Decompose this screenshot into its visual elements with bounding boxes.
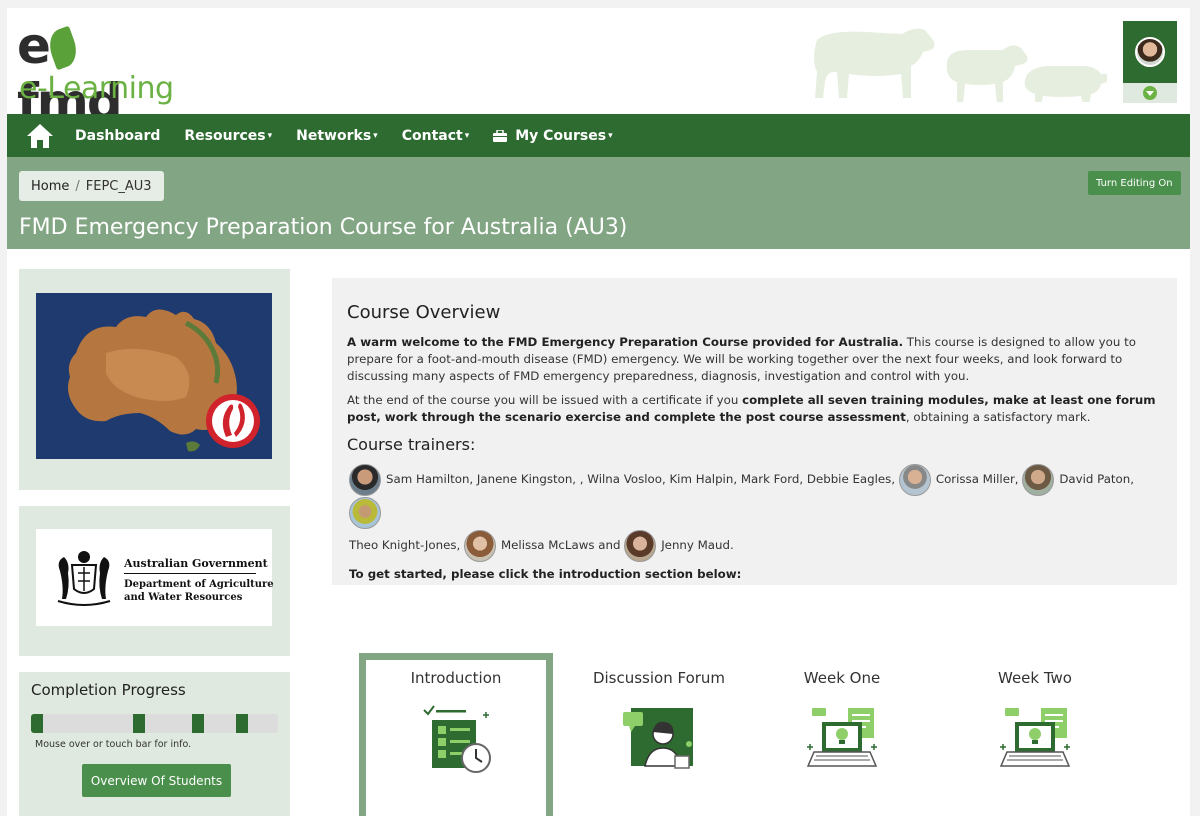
nav-contact[interactable]: Contact ▾ [402, 128, 470, 144]
overview-of-students-button[interactable]: Overview Of Students [82, 764, 231, 797]
nav-resources-label: Resources [184, 127, 266, 144]
trainer-name: David Paton, [1059, 472, 1135, 486]
course-overview-title: Course Overview [347, 302, 501, 323]
progress-segment[interactable] [192, 714, 204, 733]
cow-icon [814, 28, 935, 99]
logo-letter-e: e [17, 17, 51, 75]
nav-networks-label: Networks [296, 127, 372, 144]
sheep-icon [946, 45, 1028, 102]
livestock-silhouettes [814, 28, 1107, 102]
checklist-clock-icon [423, 705, 491, 773]
completion-progress-bar[interactable] [31, 714, 278, 733]
certificate-text-start: At the end of the course you will be iss… [347, 393, 743, 407]
page: efmd e-Learning Dashboard Resources ▾ Ne… [7, 8, 1190, 816]
caret-down-icon: ▾ [267, 130, 273, 141]
home-icon[interactable] [25, 121, 55, 151]
overview-paragraph-2: At the end of the course you will be iss… [347, 392, 1162, 426]
trainer-name: Theo Knight-Jones, [349, 538, 461, 552]
course-overview-section: Course Overview A warm welcome to the FM… [332, 278, 1177, 585]
section-tile-label: Introduction [410, 669, 502, 687]
trainer-avatar [463, 529, 496, 562]
trainer-name: Corissa Miller, [935, 472, 1019, 486]
breadcrumb-home[interactable]: Home [31, 179, 69, 194]
nav-contact-label: Contact [401, 127, 463, 144]
section-tile-label: Week One [803, 669, 881, 687]
chevron-down-icon [1143, 86, 1157, 100]
trainer-avatar [898, 463, 931, 496]
overview-paragraph-1: A warm welcome to the FMD Emergency Prep… [347, 334, 1162, 385]
section-tile-introduction[interactable]: Introduction [359, 653, 553, 816]
laptop-lightbulb-icon [999, 708, 1071, 767]
breadcrumb-separator: / [75, 178, 80, 194]
section-tile-week-one[interactable]: Week One [752, 653, 932, 816]
section-tile-discussion-forum[interactable]: Discussion Forum [559, 653, 759, 816]
completion-progress-title: Completion Progress [31, 681, 186, 699]
main-navigation: Dashboard Resources ▾ Networks ▾ Contact ▾ … [7, 114, 1190, 157]
nav-resources[interactable]: Resources ▾ [184, 128, 272, 144]
nav-my-courses-label: My Courses [515, 127, 607, 144]
completion-progress-block: Completion Progress Mouse over or touch … [19, 672, 290, 816]
department-line-1: Department of Agriculture [124, 579, 274, 590]
government-title: Australian Government [124, 557, 268, 574]
breadcrumb: Home / FEPC_AU3 [19, 171, 164, 201]
page-title: FMD Emergency Preparation Course for Aus… [19, 215, 628, 240]
nav-dashboard[interactable]: Dashboard [75, 128, 160, 144]
logo-subtitle: e-Learning [19, 71, 174, 106]
pig-icon [1024, 66, 1107, 102]
progress-segment[interactable] [236, 714, 248, 733]
user-menu[interactable] [1123, 21, 1177, 103]
caret-down-icon: ▾ [464, 130, 470, 141]
overview-welcome-bold: A warm welcome to the FMD Emergency Prep… [347, 335, 904, 349]
user-menu-toggle[interactable] [1123, 83, 1177, 103]
site-header: efmd e-Learning [7, 8, 1190, 130]
course-trainers-title: Course trainers: [347, 435, 476, 454]
course-image-block [19, 269, 290, 490]
user-avatar[interactable] [1135, 37, 1165, 67]
eufmd-logo[interactable]: efmd e-Learning [17, 17, 177, 130]
progress-segment[interactable] [31, 714, 43, 733]
course-header-band: Home / FEPC_AU3 Turn Editing On FMD Emer… [7, 157, 1190, 249]
nav-my-courses[interactable]: My Courses ▾ [493, 127, 613, 144]
section-tile-label: Discussion Forum [592, 669, 726, 687]
coat-of-arms-icon [57, 551, 111, 606]
trainer-avatar [349, 463, 381, 496]
caret-down-icon: ▾ [608, 130, 613, 141]
sponsor-block: Australian Government Department of Agri… [19, 506, 290, 656]
breadcrumb-current[interactable]: FEPC_AU3 [86, 179, 152, 194]
trainer-avatar [349, 496, 381, 529]
trainer-names: Sam Hamilton, Janene Kingston, , Wilna V… [386, 472, 896, 486]
section-tile-label: Week Two [998, 669, 1072, 687]
nav-networks[interactable]: Networks ▾ [296, 128, 378, 144]
trainer-name: Melissa McLaws and [500, 538, 621, 552]
certificate-text-end: , obtaining a satisfactory mark. [905, 410, 1091, 424]
leaf-icon [44, 25, 82, 71]
progress-segment[interactable] [133, 714, 145, 733]
get-started-text: To get started, please click the introdu… [349, 567, 742, 581]
turn-editing-on-button[interactable]: Turn Editing On [1088, 171, 1181, 195]
discussion-forum-icon [623, 708, 693, 769]
trainer-name: Jenny Maud. [661, 538, 734, 552]
progress-hint: Mouse over or touch bar for info. [35, 739, 192, 750]
australia-map-image [36, 293, 272, 459]
caret-down-icon: ▾ [373, 130, 378, 141]
section-tile-week-two[interactable]: Week Two [945, 653, 1125, 816]
government-text: Australian Government Department of Agri… [124, 557, 274, 604]
department-line-2: and Water Resources [124, 592, 243, 603]
nav-dashboard-label: Dashboard [75, 127, 161, 144]
trainer-avatar [624, 529, 657, 562]
australian-government-logo: Australian Government Department of Agri… [36, 529, 274, 626]
laptop-lightbulb-icon [806, 708, 878, 767]
briefcase-icon [493, 129, 508, 142]
user-avatar-frame[interactable] [1123, 21, 1177, 83]
trainer-avatar [1022, 463, 1055, 496]
course-trainers-list: Sam Hamilton, Janene Kingston, , Wilna V… [349, 463, 1164, 562]
